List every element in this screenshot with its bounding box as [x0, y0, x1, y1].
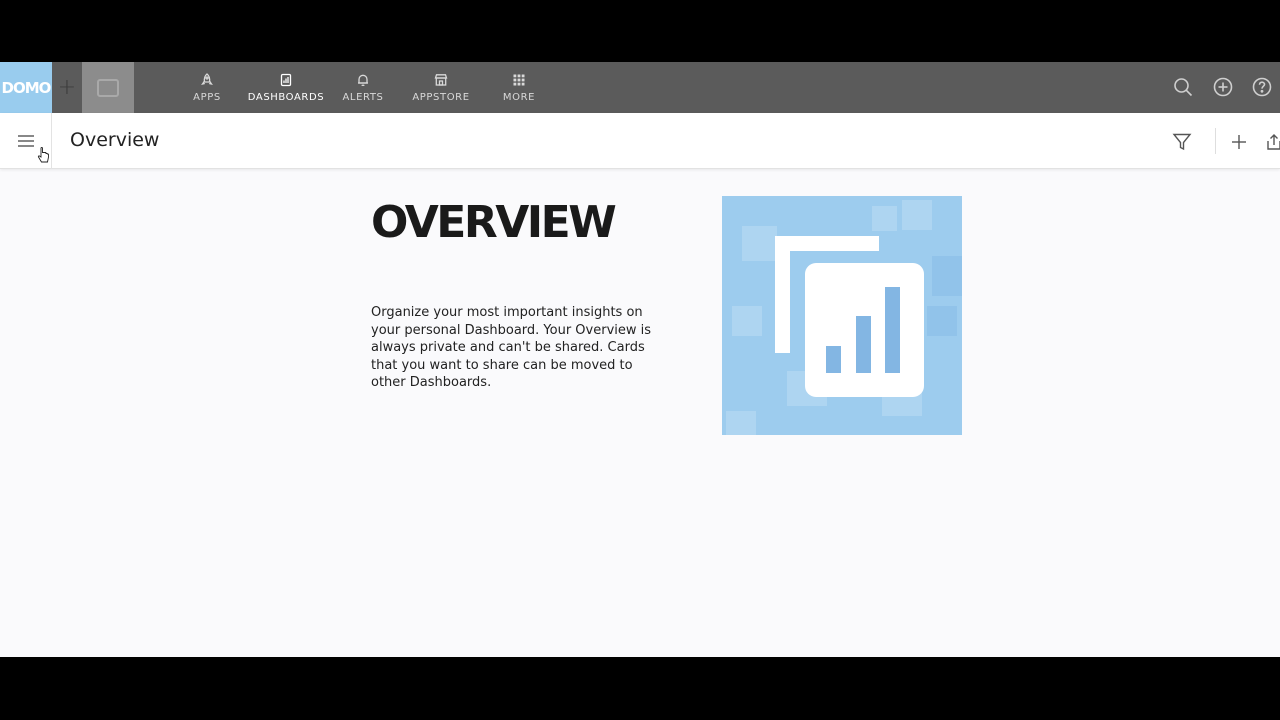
new-tab-button[interactable]: +	[52, 62, 82, 113]
illustration-card	[805, 263, 924, 397]
filter-button[interactable]	[1172, 132, 1192, 152]
bell-icon	[358, 74, 368, 86]
page-title: Overview	[70, 129, 160, 151]
add-circle-icon	[1213, 77, 1233, 97]
plus-icon: +	[57, 75, 77, 100]
nav-appstore-label: APPSTORE	[412, 91, 470, 103]
nav-alerts-label: ALERTS	[342, 91, 384, 103]
overview-description: Organize your most important insights on…	[371, 305, 652, 390]
help-icon	[1252, 77, 1272, 97]
app-window: DOMO + APPS DASHBOARDS ALERTS APPSTORE M…	[0, 62, 1280, 657]
dashboard-thumbnail-icon	[97, 78, 119, 97]
domo-logo[interactable]: DOMO	[0, 62, 52, 113]
share-button[interactable]	[1264, 133, 1280, 151]
filter-icon	[1172, 133, 1192, 151]
grid-icon	[513, 74, 525, 85]
page-header: Overview	[0, 113, 1280, 169]
store-icon	[434, 73, 448, 86]
hamburger-icon	[17, 135, 34, 147]
search-icon	[1174, 78, 1193, 97]
toolbar-divider	[1215, 128, 1216, 154]
create-button[interactable]	[1212, 76, 1234, 98]
open-dashboard-tab[interactable]	[82, 62, 134, 113]
nav-dashboards-label: DASHBOARDS	[247, 91, 325, 103]
top-nav-bar: DOMO + APPS DASHBOARDS ALERTS APPSTORE M…	[0, 62, 1280, 113]
add-card-button[interactable]	[1230, 133, 1248, 151]
mouse-cursor-icon	[37, 147, 49, 163]
overview-heading: OVERVIEW	[371, 197, 617, 248]
help-button[interactable]	[1251, 76, 1273, 98]
nav-alerts[interactable]: ALERTS	[340, 62, 386, 113]
nav-dashboards[interactable]: DASHBOARDS	[246, 62, 326, 113]
dashboard-chart-illustration	[722, 196, 962, 435]
dashboard-icon	[280, 73, 292, 86]
nav-apps[interactable]: APPS	[187, 62, 227, 113]
nav-more-label: MORE	[502, 91, 536, 103]
plus-icon	[1232, 135, 1246, 149]
search-button[interactable]	[1172, 76, 1194, 98]
nav-apps-label: APPS	[193, 91, 221, 103]
nav-appstore[interactable]: APPSTORE	[410, 62, 472, 113]
share-icon	[1267, 134, 1280, 150]
rocket-icon	[201, 72, 213, 85]
nav-more[interactable]: MORE	[499, 62, 539, 113]
